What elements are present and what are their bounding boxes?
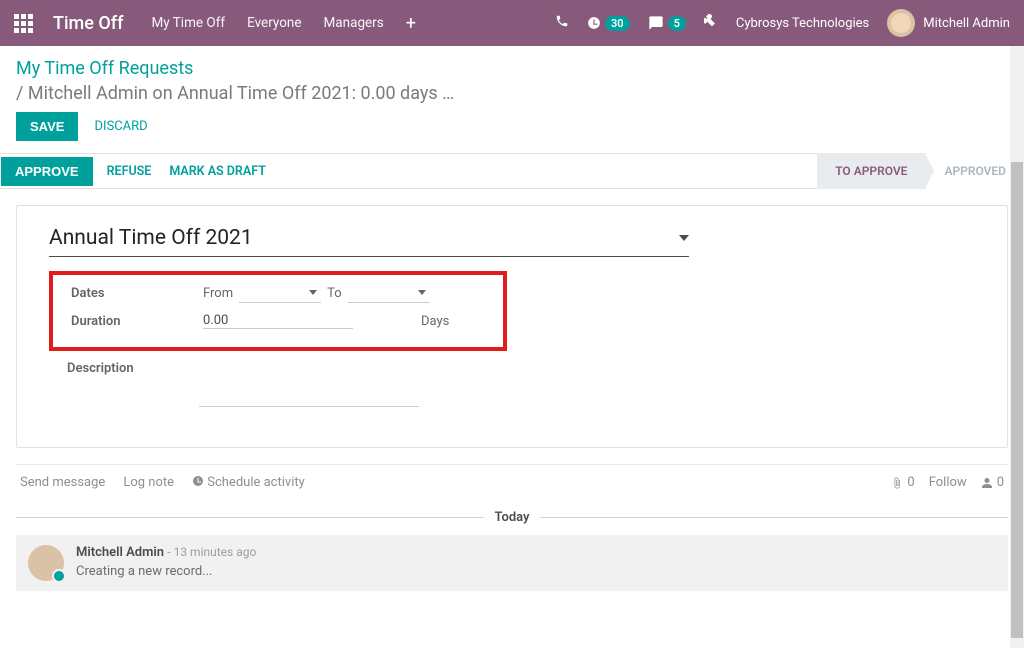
top-nav: My Time Off Everyone Managers: [151, 15, 383, 31]
user-menu[interactable]: Mitchell Admin: [887, 9, 1010, 37]
duration-unit: Days: [421, 314, 449, 329]
plus-icon[interactable]: +: [406, 13, 416, 34]
date-from-input[interactable]: [239, 283, 321, 303]
chevron-down-icon: [309, 290, 317, 295]
avatar[interactable]: [28, 545, 64, 581]
send-message-button[interactable]: Send message: [20, 475, 105, 490]
clock-icon: [587, 16, 601, 30]
dates-label: Dates: [53, 286, 203, 301]
duration-input[interactable]: 0.00: [203, 313, 353, 329]
messages-badge: 5: [668, 16, 686, 31]
mark-draft-button[interactable]: MARK AS DRAFT: [169, 164, 266, 179]
leave-type-select[interactable]: Annual Time Off 2021: [49, 226, 689, 257]
activities-badge: 30: [605, 16, 630, 31]
paperclip-icon: [891, 477, 903, 489]
message-text: Creating a new record...: [76, 564, 256, 579]
description-label: Description: [49, 361, 199, 407]
message-author[interactable]: Mitchell Admin: [76, 545, 164, 560]
status-bar: APPROVE REFUSE MARK AS DRAFT TO APPROVE …: [0, 153, 1024, 189]
leave-type-value: Annual Time Off 2021: [49, 226, 679, 250]
dates-duration-highlight: Dates From To Duration 0.00 Days: [49, 271, 507, 351]
apps-icon[interactable]: [14, 14, 33, 33]
messages-pill[interactable]: 5: [648, 15, 686, 31]
log-note-button[interactable]: Log note: [123, 475, 174, 490]
chevron-down-icon: [418, 290, 426, 295]
message-item: Mitchell Admin - 13 minutes ago Creating…: [16, 535, 1008, 591]
refuse-button[interactable]: REFUSE: [107, 164, 152, 179]
phone-icon[interactable]: [555, 14, 569, 32]
approve-button[interactable]: APPROVE: [1, 157, 93, 186]
date-separator: Today: [16, 510, 1008, 525]
clock-icon: [192, 475, 204, 487]
to-label: To: [327, 286, 342, 301]
tools-icon[interactable]: [704, 14, 718, 32]
scrollbar-track[interactable]: [1010, 46, 1024, 648]
follow-button[interactable]: Follow: [929, 475, 967, 490]
followers-count[interactable]: 0: [981, 475, 1004, 490]
breadcrumb-parent[interactable]: My Time Off Requests: [16, 58, 1008, 79]
user-name: Mitchell Admin: [923, 16, 1010, 31]
attachments-count[interactable]: 0: [891, 475, 914, 490]
chevron-down-icon[interactable]: [679, 235, 689, 241]
module-title: Time Off: [53, 13, 123, 34]
nav-my-time-off[interactable]: My Time Off: [151, 15, 225, 31]
discard-button[interactable]: DISCARD: [94, 119, 147, 134]
scrollbar-thumb[interactable]: [1011, 162, 1023, 638]
stage-to-approve[interactable]: TO APPROVE: [817, 153, 925, 189]
from-label: From: [203, 286, 233, 301]
breadcrumb: My Time Off Requests / Mitchell Admin on…: [0, 46, 1024, 112]
avatar: [887, 9, 915, 37]
schedule-activity-button[interactable]: Schedule activity: [192, 475, 305, 490]
description-input[interactable]: [199, 379, 419, 407]
chat-icon: [648, 15, 664, 31]
chatter: Send message Log note Schedule activity …: [16, 464, 1008, 591]
activities-pill[interactable]: 30: [587, 16, 630, 31]
duration-label: Duration: [53, 314, 203, 329]
nav-everyone[interactable]: Everyone: [247, 15, 301, 31]
save-button[interactable]: SAVE: [16, 112, 78, 141]
form-sheet: Annual Time Off 2021 Dates From To Durat…: [16, 205, 1008, 448]
form-actions: SAVE DISCARD: [0, 112, 1024, 153]
user-icon: [981, 477, 993, 489]
breadcrumb-current: / Mitchell Admin on Annual Time Off 2021…: [16, 83, 1008, 104]
nav-managers[interactable]: Managers: [324, 15, 384, 31]
message-time: - 13 minutes ago: [167, 545, 256, 559]
company-name[interactable]: Cybrosys Technologies: [736, 16, 869, 31]
top-navbar: Time Off My Time Off Everyone Managers +…: [0, 0, 1024, 46]
date-to-input[interactable]: [348, 283, 430, 303]
